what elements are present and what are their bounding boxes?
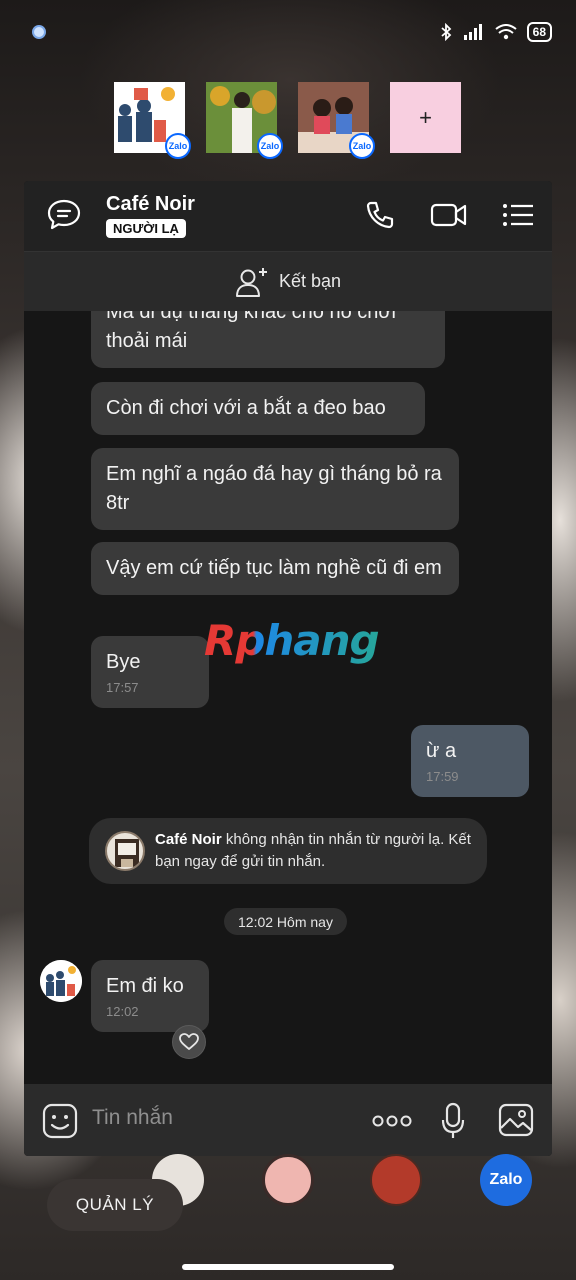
chat-head-3[interactable]: Zalo xyxy=(298,82,375,159)
zalo-badge: Zalo xyxy=(349,133,375,159)
message-list: Mà đi đụ thằng khác cho nó chơi thoải má… xyxy=(24,311,552,1084)
notification-icon xyxy=(32,25,46,39)
status-bar: 68 xyxy=(0,0,576,64)
message-text: Em đi ko xyxy=(106,975,184,997)
phone-icon[interactable] xyxy=(364,199,396,231)
chat-head-1[interactable]: Zalo xyxy=(114,82,191,159)
add-friend-bar[interactable]: Kết bạn xyxy=(24,251,552,311)
message-bubble[interactable]: Mà đi đụ thằng khác cho nó chơi thoải má… xyxy=(91,311,445,368)
bluetooth-icon xyxy=(441,23,451,41)
stranger-tag: NGƯỜI LẠ xyxy=(106,219,186,238)
message-bubble[interactable]: Bye 17:57 xyxy=(91,636,209,708)
message-bubble[interactable]: Còn đi chơi với a bắt a đeo bao xyxy=(91,382,425,435)
message-bubble[interactable]: Em nghĩ a ngáo đá hay gì tháng bỏ ra 8tr xyxy=(91,448,459,530)
wifi-icon xyxy=(495,24,517,40)
header-actions xyxy=(364,199,534,231)
sender-avatar[interactable] xyxy=(40,960,82,1002)
microphone-icon[interactable] xyxy=(440,1102,466,1140)
chat-window: Café Noir NGƯỜI LẠ Kết bạn Mà đi đụ thằn… xyxy=(24,181,552,1156)
notice-text: Café Noir không nhận tin nhắn từ người l… xyxy=(155,829,487,873)
sticker-icon[interactable] xyxy=(42,1103,78,1139)
video-call-icon[interactable] xyxy=(430,200,468,230)
message-time: 12:02 xyxy=(106,1004,139,1019)
avatar-image xyxy=(40,960,82,1002)
zalo-badge: Zalo xyxy=(165,133,191,159)
add-friend-icon xyxy=(235,267,267,297)
cafe-logo-icon xyxy=(115,839,139,867)
status-icons: 68 xyxy=(439,22,552,42)
message-text: Em nghĩ a ngáo đá hay gì tháng bỏ ra 8tr xyxy=(106,463,442,514)
chat-head-2[interactable]: Zalo xyxy=(206,82,283,159)
chat-heads-row: Zalo Zalo Zalo + xyxy=(114,82,461,159)
zalo-badge: Zalo xyxy=(257,133,283,159)
zalo-app-icon[interactable]: Zalo xyxy=(480,1154,532,1206)
add-friend-label: Kết bạn xyxy=(278,271,342,291)
message-bubble[interactable]: Vậy em cứ tiếp tục làm nghề cũ đi em xyxy=(91,542,459,595)
home-indicator[interactable] xyxy=(182,1264,394,1270)
chat-title: Café Noir xyxy=(106,193,195,215)
signal-icon xyxy=(463,24,482,40)
watermark: Rphang xyxy=(204,616,380,665)
chat-header: Café Noir NGƯỜI LẠ xyxy=(24,181,552,251)
image-icon[interactable] xyxy=(498,1103,534,1137)
message-composer: Tin nhắn xyxy=(24,1084,552,1156)
notice-avatar[interactable] xyxy=(105,831,145,871)
notice-name: Café Noir xyxy=(155,831,222,848)
message-text: Bye xyxy=(106,651,141,673)
stranger-notice: Café Noir không nhận tin nhắn từ người l… xyxy=(89,818,487,884)
app-icon[interactable] xyxy=(262,1154,314,1206)
add-chat-head-button[interactable]: + xyxy=(390,82,461,153)
heart-icon xyxy=(179,1033,199,1050)
react-heart-button[interactable] xyxy=(172,1025,206,1059)
date-divider: 12:02 Hôm nay xyxy=(224,908,347,935)
chat-title-area[interactable]: Café Noir NGƯỜI LẠ xyxy=(106,193,195,238)
game-app-icon[interactable] xyxy=(370,1154,422,1206)
my-message-bubble[interactable]: ừ a 17:59 xyxy=(411,725,529,797)
manage-button[interactable]: QUẢN LÝ xyxy=(47,1179,183,1231)
menu-list-icon[interactable] xyxy=(502,202,534,228)
more-options-icon[interactable] xyxy=(372,1114,412,1128)
message-bubble[interactable]: Em đi ko 12:02 xyxy=(91,960,209,1032)
message-time: 17:57 xyxy=(106,680,139,695)
message-input[interactable]: Tin nhắn xyxy=(92,1106,173,1130)
message-time: 17:59 xyxy=(426,769,459,784)
message-text: Mà đi đụ thằng khác cho nó chơi thoải má… xyxy=(106,311,396,352)
chat-icon[interactable] xyxy=(46,198,82,232)
message-text: Còn đi chơi với a bắt a đeo bao xyxy=(106,397,386,419)
message-text: Vậy em cứ tiếp tục làm nghề cũ đi em xyxy=(106,557,442,579)
message-text: ừ a xyxy=(426,740,457,762)
battery-indicator: 68 xyxy=(526,22,552,42)
